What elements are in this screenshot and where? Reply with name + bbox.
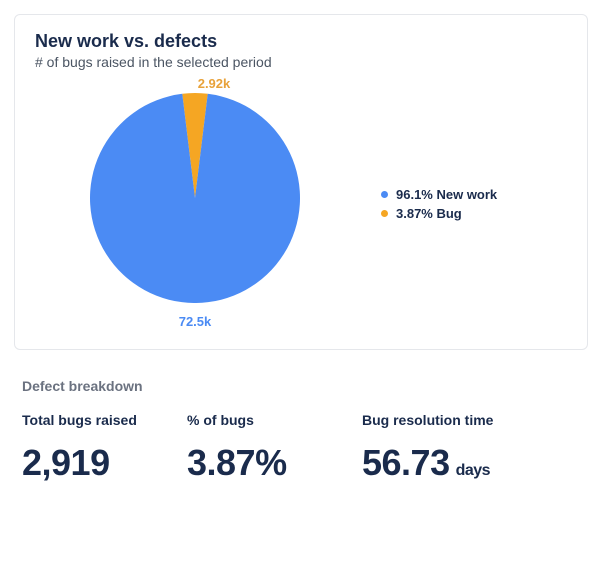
pie-chart-wrap: 2.92k 72.5k: [35, 76, 355, 335]
breakdown-title: Defect breakdown: [22, 378, 580, 394]
legend-item-bug: 3.87% Bug: [381, 206, 497, 221]
metric-label: Bug resolution time: [362, 412, 592, 428]
metric-number: 2,919: [22, 442, 110, 484]
metric-label: Total bugs raised: [22, 412, 187, 428]
slice-label-new-work: 72.5k: [35, 314, 355, 329]
metric-number: 56.73: [362, 442, 450, 484]
metric-unit: days: [456, 462, 490, 480]
legend-item-new-work: 96.1% New work: [381, 187, 497, 202]
chart-row: 2.92k 72.5k 96.1% New work 3.87% Bug: [35, 76, 567, 335]
metric-label: % of bugs: [187, 412, 362, 428]
card-subtitle: # of bugs raised in the selected period: [35, 54, 567, 70]
metric-resolution-time: Bug resolution time 56.73 days: [362, 412, 592, 484]
card-title: New work vs. defects: [35, 31, 567, 52]
metric-number: 3.87%: [187, 442, 287, 484]
slice-label-bug: 2.92k: [73, 76, 355, 91]
metric-total-bugs: Total bugs raised 2,919: [22, 412, 187, 484]
metric-pct-bugs: % of bugs 3.87%: [187, 412, 362, 484]
legend-label: 96.1% New work: [396, 187, 497, 202]
metric-value: 3.87%: [187, 442, 362, 484]
defect-breakdown: Defect breakdown Total bugs raised 2,919…: [14, 350, 588, 484]
metric-value: 56.73 days: [362, 442, 592, 484]
legend-dot-icon: [381, 210, 388, 217]
metrics-row: Total bugs raised 2,919 % of bugs 3.87% …: [22, 412, 580, 484]
legend: 96.1% New work 3.87% Bug: [355, 187, 497, 225]
chart-card: New work vs. defects # of bugs raised in…: [14, 14, 588, 350]
metric-value: 2,919: [22, 442, 187, 484]
legend-dot-icon: [381, 191, 388, 198]
pie-chart: [90, 93, 300, 303]
legend-label: 3.87% Bug: [396, 206, 462, 221]
